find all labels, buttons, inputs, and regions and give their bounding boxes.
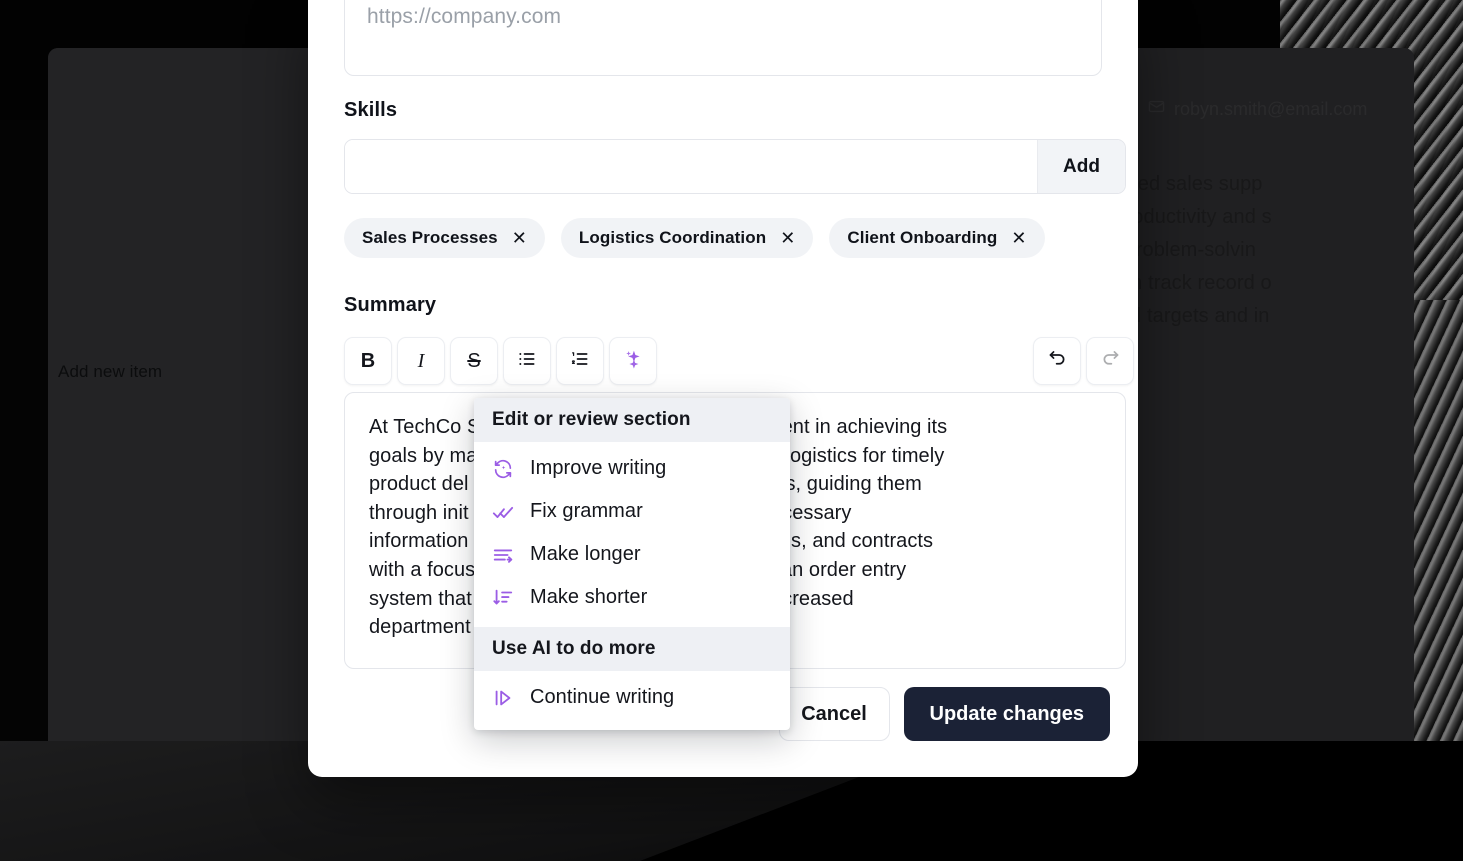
add-skill-button[interactable]: Add <box>1037 140 1125 193</box>
italic-button[interactable]: I <box>397 337 445 385</box>
menu-item-label: Fix grammar <box>530 500 643 522</box>
skill-chip[interactable]: Logistics Coordination ✕ <box>560 218 814 258</box>
expand-lines-icon <box>492 544 514 566</box>
summary-editor-toolbar: B I S <box>344 336 1134 386</box>
menu-item-continue-writing[interactable]: Continue writing <box>474 676 790 719</box>
menu-section-header-edit: Edit or review section <box>474 398 790 442</box>
skills-chip-list: Sales Processes ✕ Logistics Coordination… <box>344 218 1045 258</box>
menu-item-label: Continue writing <box>530 686 675 708</box>
menu-spacer-bottom <box>474 719 790 730</box>
numbered-list-icon <box>570 349 590 374</box>
menu-item-label: Make shorter <box>530 586 648 608</box>
skill-chip-label: Client Onboarding <box>847 228 998 247</box>
skills-label: Skills <box>344 99 398 121</box>
undo-icon <box>1047 348 1068 374</box>
skill-chip[interactable]: Sales Processes ✕ <box>344 218 545 258</box>
menu-item-make-shorter[interactable]: Make shorter <box>474 576 790 619</box>
skill-chip[interactable]: Client Onboarding ✕ <box>829 218 1045 258</box>
skill-chip-label: Logistics Coordination <box>578 228 767 247</box>
ai-assist-button[interactable] <box>609 337 657 385</box>
menu-item-fix-grammar[interactable]: Fix grammar <box>474 490 790 533</box>
menu-divider <box>474 619 790 627</box>
menu-item-make-longer[interactable]: Make longer <box>474 533 790 576</box>
redo-icon <box>1100 348 1121 374</box>
menu-item-label: Make longer <box>530 543 641 565</box>
strikethrough-icon: S <box>467 349 481 372</box>
play-bar-icon <box>492 687 514 709</box>
menu-item-label: Improve writing <box>530 457 667 479</box>
close-icon[interactable]: ✕ <box>512 229 527 247</box>
website-url-field[interactable]: https://company.com <box>344 0 1102 76</box>
skills-input[interactable] <box>345 140 1037 193</box>
ai-actions-menu: Edit or review section Improve writing F… <box>474 398 790 730</box>
summary-label: Summary <box>344 294 437 316</box>
undo-button[interactable] <box>1033 337 1081 385</box>
italic-icon: I <box>417 349 425 372</box>
menu-section-header-use-ai: Use AI to do more <box>474 627 790 671</box>
close-icon[interactable]: ✕ <box>1011 229 1026 247</box>
skill-chip-label: Sales Processes <box>362 228 498 247</box>
update-changes-button[interactable]: Update changes <box>903 687 1110 741</box>
website-url-placeholder: https://company.com <box>367 5 562 28</box>
close-icon[interactable]: ✕ <box>780 229 795 247</box>
bulleted-list-icon <box>517 349 537 374</box>
cancel-button[interactable]: Cancel <box>778 687 890 741</box>
desktop-background: Add new item robyn.smith@email.com mer-f… <box>0 0 1463 861</box>
shorten-lines-icon <box>492 587 514 609</box>
menu-item-improve-writing[interactable]: Improve writing <box>474 447 790 490</box>
redo-button[interactable] <box>1086 337 1134 385</box>
modal-footer: Cancel Update changes <box>778 687 1110 741</box>
double-check-icon <box>492 501 514 523</box>
bulleted-list-button[interactable] <box>503 337 551 385</box>
refresh-sparkle-icon <box>492 458 514 480</box>
bold-button[interactable]: B <box>344 337 392 385</box>
bold-icon: B <box>360 349 376 372</box>
numbered-list-button[interactable] <box>556 337 604 385</box>
ai-sparkle-icon <box>622 348 644 375</box>
strikethrough-button[interactable]: S <box>450 337 498 385</box>
skills-input-row: Add <box>344 139 1126 194</box>
